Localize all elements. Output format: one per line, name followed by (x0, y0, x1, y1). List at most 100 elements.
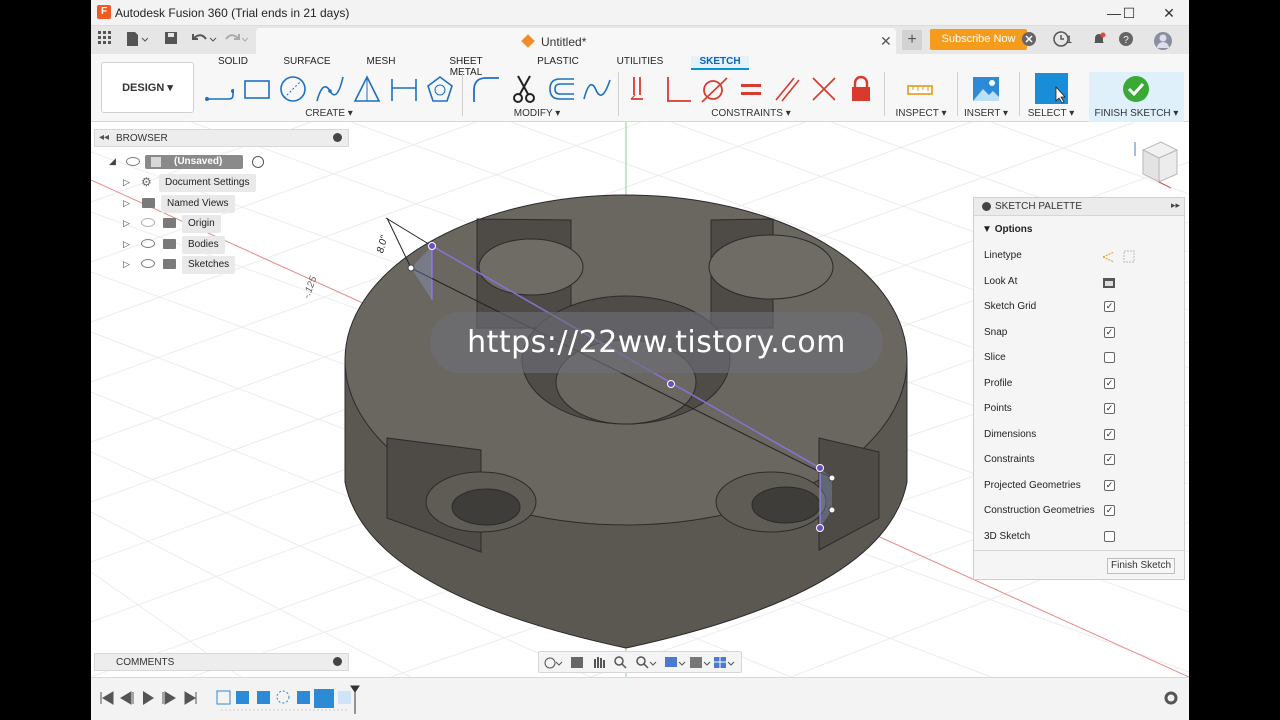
tangent-constraint-icon[interactable] (699, 74, 729, 104)
timeline-extrude-feature-icon[interactable] (257, 691, 270, 704)
tab-sheet-metal[interactable]: SHEET METAL (433, 56, 499, 78)
browser-item-sketches[interactable]: ▷ Sketches (123, 256, 273, 274)
timeline-active-sketch-icon[interactable] (314, 689, 334, 708)
perpendicular-constraint-icon[interactable] (663, 74, 693, 104)
workspace-switcher[interactable]: DESIGN ▾ (101, 62, 194, 113)
hidden-eye-icon[interactable] (141, 218, 155, 227)
display-settings-icon[interactable] (665, 657, 686, 667)
collapse-triangle-icon[interactable]: ◢ (109, 156, 116, 167)
finish-sketch-button[interactable]: FINISH SKETCH ▾ (1089, 72, 1184, 122)
timeline-marker-icon[interactable] (350, 685, 360, 714)
dimensions-checkbox[interactable]: ✓ (1104, 429, 1115, 440)
parallel-constraint-icon[interactable] (772, 74, 802, 104)
palette-finish-sketch-button[interactable]: Finish Sketch (1107, 558, 1175, 574)
modify-menu[interactable]: MODIFY ▾ (511, 108, 563, 119)
options-section-header[interactable]: ▼ Options (982, 224, 1032, 235)
timeline-settings-gear-icon[interactable] (1164, 691, 1178, 705)
job-status-icon[interactable]: 1 (1049, 31, 1073, 49)
expand-palette-icon[interactable]: ▸▸ (1171, 200, 1180, 211)
trim-tool-icon[interactable] (509, 74, 539, 104)
construction-geometries-checkbox[interactable]: ✓ (1104, 505, 1115, 516)
look-at-icon[interactable] (1102, 276, 1116, 289)
spline-tool-icon[interactable] (315, 74, 345, 104)
collapse-browser-icon[interactable]: ◂◂ (99, 132, 109, 143)
timeline-extrude-feature-icon[interactable] (236, 691, 249, 704)
go-to-start-icon[interactable] (100, 691, 114, 705)
linetype-icons[interactable] (1102, 250, 1136, 263)
expand-triangle-icon[interactable]: ▷ (123, 215, 130, 231)
redo-icon[interactable] (223, 31, 249, 49)
orbit-icon[interactable] (544, 657, 563, 669)
fix-constraint-icon[interactable] (846, 74, 876, 104)
user-avatar-icon[interactable] (1153, 31, 1173, 50)
insert-menu[interactable]: INSERT ▾ (961, 108, 1011, 119)
dimension-tool-icon[interactable] (389, 74, 419, 104)
subscribe-now-button[interactable]: Subscribe Now (930, 29, 1027, 50)
palette-collapse-icon[interactable] (982, 202, 991, 211)
rectangle-tool-icon[interactable] (242, 74, 272, 104)
visibility-eye-icon[interactable] (141, 259, 155, 268)
inspect-menu[interactable]: INSPECT ▾ (891, 108, 951, 119)
document-tab[interactable]: Untitled* ✕ (256, 28, 896, 54)
notifications-icon[interactable] (1091, 31, 1107, 49)
tab-surface[interactable]: SURFACE (283, 56, 331, 70)
expand-triangle-icon[interactable]: ▷ (123, 236, 130, 252)
snap-checkbox[interactable]: ✓ (1104, 327, 1115, 338)
save-icon[interactable] (163, 31, 179, 49)
slice-checkbox[interactable] (1104, 352, 1115, 363)
tab-utilities[interactable]: UTILITIES (616, 56, 664, 70)
activate-radio-icon[interactable] (252, 156, 264, 168)
browser-item-bodies[interactable]: ▷ Bodies (123, 236, 273, 254)
circle-tool-icon[interactable] (278, 74, 308, 104)
tab-solid[interactable]: SOLID (217, 56, 249, 70)
tab-sketch[interactable]: SKETCH (691, 56, 749, 70)
coincident-constraint-icon[interactable] (628, 74, 658, 104)
look-at-nav-icon[interactable] (571, 657, 583, 668)
curve-tool-icon[interactable] (582, 74, 612, 104)
step-forward-icon[interactable] (162, 691, 176, 705)
browser-item-document-settings[interactable]: ▷ ⚙ Document Settings (123, 174, 273, 192)
projected-geometries-checkbox[interactable]: ✓ (1104, 480, 1115, 491)
symmetry-constraint-icon[interactable] (809, 74, 839, 104)
expand-triangle-icon[interactable]: ▷ (123, 256, 130, 272)
grid-settings-icon[interactable] (690, 657, 711, 668)
browser-item-origin[interactable]: ▷ Origin (123, 215, 273, 233)
profile-checkbox[interactable]: ✓ (1104, 378, 1115, 389)
step-back-icon[interactable] (120, 691, 134, 705)
zoom-icon[interactable] (614, 656, 627, 669)
help-icon[interactable]: ? (1118, 31, 1134, 49)
timeline-sketch-feature-icon[interactable] (216, 690, 231, 705)
equal-constraint-icon[interactable] (736, 74, 766, 104)
tab-plastic[interactable]: PLASTIC (537, 56, 579, 70)
insert-image-icon[interactable] (971, 74, 1001, 104)
viewports-icon[interactable] (714, 657, 735, 668)
add-comment-icon[interactable] (333, 657, 342, 666)
browser-root-item[interactable]: ◢ (Unsaved) (109, 155, 269, 169)
timeline-extrude-feature-icon[interactable] (297, 691, 310, 704)
expand-triangle-icon[interactable]: ▷ (123, 195, 130, 211)
fit-icon[interactable] (636, 656, 657, 669)
maximize-button[interactable]: ☐ (1114, 3, 1144, 23)
offset-tool-icon[interactable] (546, 74, 576, 104)
triangle-tool-icon[interactable] (352, 74, 382, 104)
browser-pin-icon[interactable] (333, 133, 342, 142)
constraints-checkbox[interactable]: ✓ (1104, 454, 1115, 465)
timeline-sketch-feature-icon[interactable] (338, 691, 351, 704)
create-menu[interactable]: CREATE ▾ (303, 108, 355, 119)
visibility-eye-icon[interactable] (126, 157, 140, 166)
play-icon[interactable] (143, 691, 154, 705)
select-tool-icon[interactable] (1035, 73, 1068, 104)
close-window-button[interactable]: ✕ (1154, 3, 1184, 23)
pan-icon[interactable] (594, 657, 605, 668)
expand-triangle-icon[interactable]: ▷ (123, 174, 130, 190)
polygon-tool-icon[interactable] (425, 74, 455, 104)
browser-item-named-views[interactable]: ▷ Named Views (123, 195, 273, 213)
fillet-tool-icon[interactable] (471, 74, 501, 104)
new-tab-button[interactable]: + (902, 30, 922, 50)
app-grid-icon[interactable] (97, 31, 113, 49)
constraints-menu[interactable]: CONSTRAINTS ▾ (701, 108, 801, 119)
visibility-eye-icon[interactable] (141, 239, 155, 248)
extensions-icon[interactable] (1021, 31, 1037, 49)
file-menu-icon[interactable] (125, 31, 149, 49)
select-menu[interactable]: SELECT ▾ (1026, 108, 1076, 119)
